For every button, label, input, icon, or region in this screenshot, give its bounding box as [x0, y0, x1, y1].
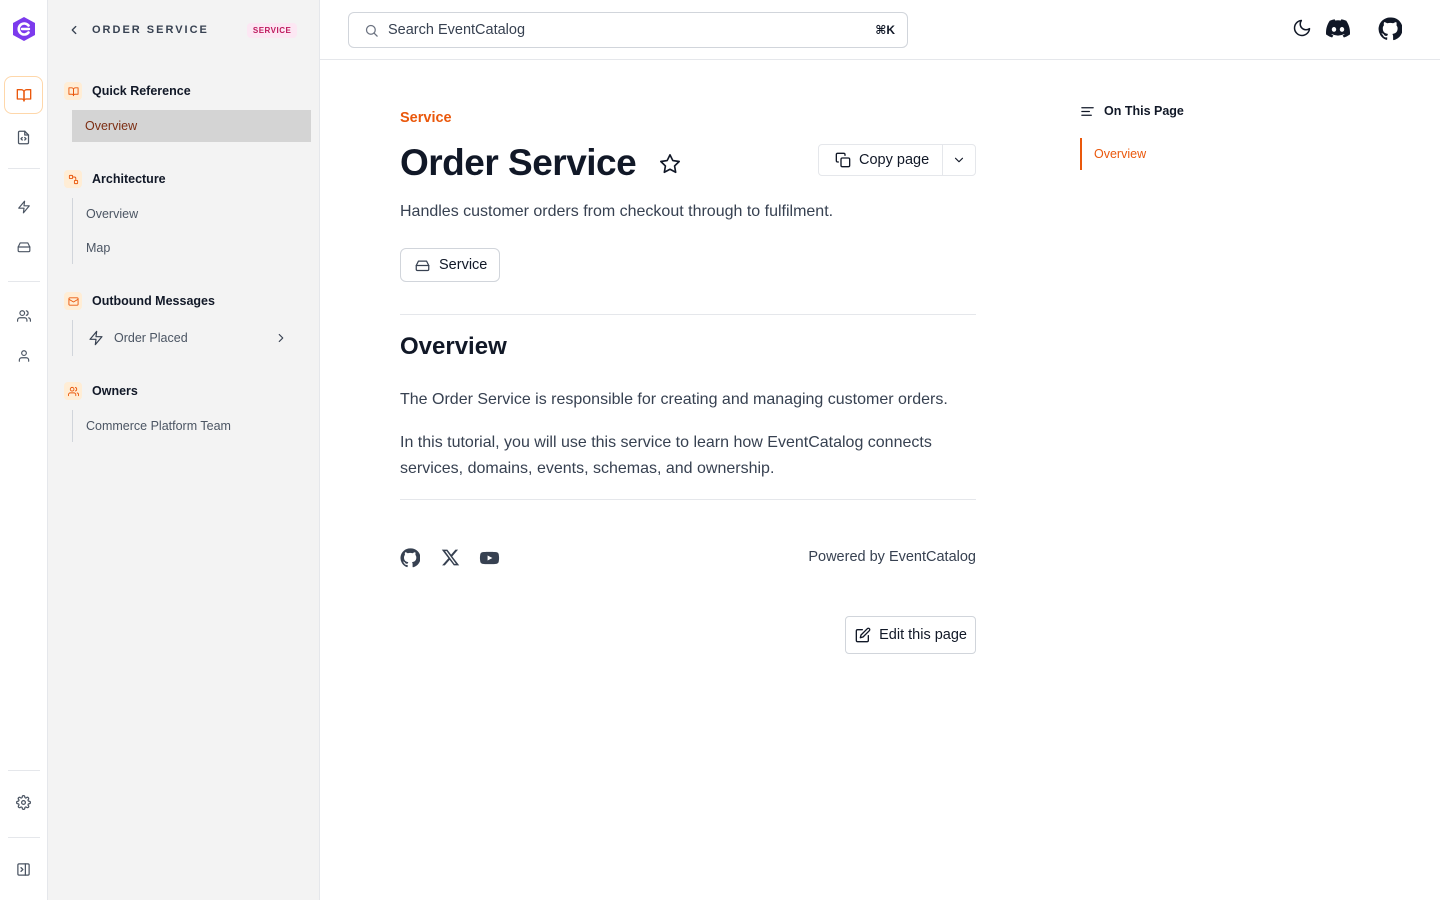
- sidebar-item-architecture-overview[interactable]: Overview: [73, 198, 304, 230]
- server-icon: [17, 240, 31, 254]
- chevron-down-icon: [952, 153, 966, 167]
- service-tag[interactable]: Service: [400, 248, 501, 282]
- rail-divider: [8, 837, 40, 838]
- chevron-right-icon[interactable]: [274, 331, 288, 345]
- sidebar-header: ORDER SERVICE SERVICE: [64, 20, 304, 40]
- overview-paragraph-2: In this tutorial, you will use this serv…: [400, 434, 932, 477]
- panel-toggle-icon: [16, 862, 31, 877]
- eventcatalog-logo-icon[interactable]: [11, 16, 37, 42]
- toc-heading: On This Page: [1104, 104, 1184, 118]
- sidebar-title: ORDER SERVICE: [92, 24, 209, 36]
- rail-divider: [8, 168, 40, 169]
- file-code-icon: [16, 130, 31, 145]
- rail-events-button[interactable]: [4, 188, 43, 226]
- server-icon: [415, 258, 439, 273]
- star-icon[interactable]: [659, 153, 681, 175]
- book-open-icon: [16, 87, 32, 103]
- table-of-contents: On This Page Overview: [1080, 102, 1280, 170]
- sidebar-item-overview[interactable]: Overview: [72, 110, 311, 142]
- page-title: Order Service: [400, 142, 637, 183]
- section-label: Outbound Messages: [92, 294, 215, 308]
- sidebar-section-outbound-messages: Outbound Messages Order Placed: [64, 292, 304, 356]
- rail-settings-button[interactable]: [4, 783, 43, 821]
- users-icon: [64, 382, 82, 400]
- sidebar-item-label: Map: [86, 241, 111, 255]
- toc-item-overview[interactable]: Overview: [1080, 138, 1280, 170]
- copy-page-button[interactable]: Copy page: [819, 145, 943, 175]
- powered-by-text: Powered by EventCatalog: [808, 549, 976, 565]
- user-icon: [17, 349, 31, 363]
- copy-icon: [835, 152, 859, 168]
- copy-page-dropdown[interactable]: [943, 145, 975, 175]
- sidebar-item-order-placed[interactable]: Order Placed: [73, 320, 304, 356]
- align-left-icon: [1080, 104, 1104, 119]
- sidebar-item-commerce-platform-team[interactable]: Commerce Platform Team: [73, 410, 304, 442]
- sidebar-section-owners: Owners Commerce Platform Team: [64, 382, 304, 442]
- search-icon: [364, 23, 379, 38]
- sidebar-item-label: Overview: [85, 119, 138, 133]
- section-label: Architecture: [92, 172, 166, 186]
- edit-page-button[interactable]: Edit this page: [845, 616, 976, 654]
- edit-icon: [855, 627, 879, 643]
- chevron-left-icon[interactable]: [64, 20, 84, 40]
- rail-teams-button[interactable]: [4, 297, 43, 335]
- sidebar-item-label: Commerce Platform Team: [86, 419, 231, 433]
- bolt-icon: [88, 330, 104, 346]
- service-tag-label: Service: [439, 257, 488, 273]
- rail-divider: [8, 281, 40, 282]
- toc-item-label: Overview: [1094, 147, 1147, 161]
- sidebar: ORDER SERVICE SERVICE Quick Reference Ov…: [48, 0, 320, 900]
- copy-page-control: Copy page: [818, 144, 976, 176]
- section-label: Owners: [92, 384, 138, 398]
- book-icon: [64, 82, 82, 100]
- rail-docs-button[interactable]: [4, 76, 43, 114]
- section-label: Quick Reference: [92, 84, 191, 98]
- x-icon[interactable]: [441, 548, 460, 567]
- divider: [400, 499, 976, 500]
- sidebar-item-label: Overview: [86, 207, 139, 221]
- rail-code-file-button[interactable]: [4, 118, 43, 156]
- discord-icon[interactable]: [1326, 19, 1350, 39]
- bolt-icon: [17, 200, 31, 214]
- search-input[interactable]: [388, 22, 876, 38]
- divider: [400, 314, 976, 315]
- rail-user-button[interactable]: [4, 337, 43, 375]
- overview-heading: Overview: [400, 333, 507, 360]
- rail-collapse-button[interactable]: [4, 850, 43, 888]
- youtube-icon[interactable]: [479, 548, 500, 568]
- sidebar-item-label: Order Placed: [114, 331, 188, 345]
- search-box[interactable]: ⌘K: [348, 12, 908, 48]
- architecture-icon: [64, 170, 82, 188]
- service-badge: SERVICE: [246, 22, 298, 38]
- page-eyebrow: Service: [400, 110, 452, 126]
- top-bar: ⌘K: [320, 0, 1440, 60]
- moon-icon[interactable]: [1292, 18, 1312, 38]
- page-summary: Handles customer orders from checkout th…: [400, 203, 834, 220]
- sidebar-section-architecture: Architecture Overview Map: [64, 170, 304, 264]
- github-icon[interactable]: [400, 548, 420, 568]
- icon-rail: [0, 0, 48, 900]
- search-shortcut: ⌘K: [875, 23, 895, 37]
- overview-paragraph-1: The Order Service is responsible for cre…: [400, 391, 948, 408]
- rail-divider: [8, 770, 40, 771]
- github-icon[interactable]: [1378, 17, 1402, 41]
- users-icon: [16, 309, 31, 323]
- copy-page-label: Copy page: [859, 152, 930, 168]
- rail-services-button[interactable]: [4, 228, 43, 266]
- mail-icon: [64, 292, 82, 310]
- gear-icon: [16, 794, 31, 810]
- edit-page-label: Edit this page: [879, 627, 967, 643]
- sidebar-item-map[interactable]: Map: [73, 232, 304, 264]
- sidebar-section-quick-reference: Quick Reference Overview: [64, 82, 311, 142]
